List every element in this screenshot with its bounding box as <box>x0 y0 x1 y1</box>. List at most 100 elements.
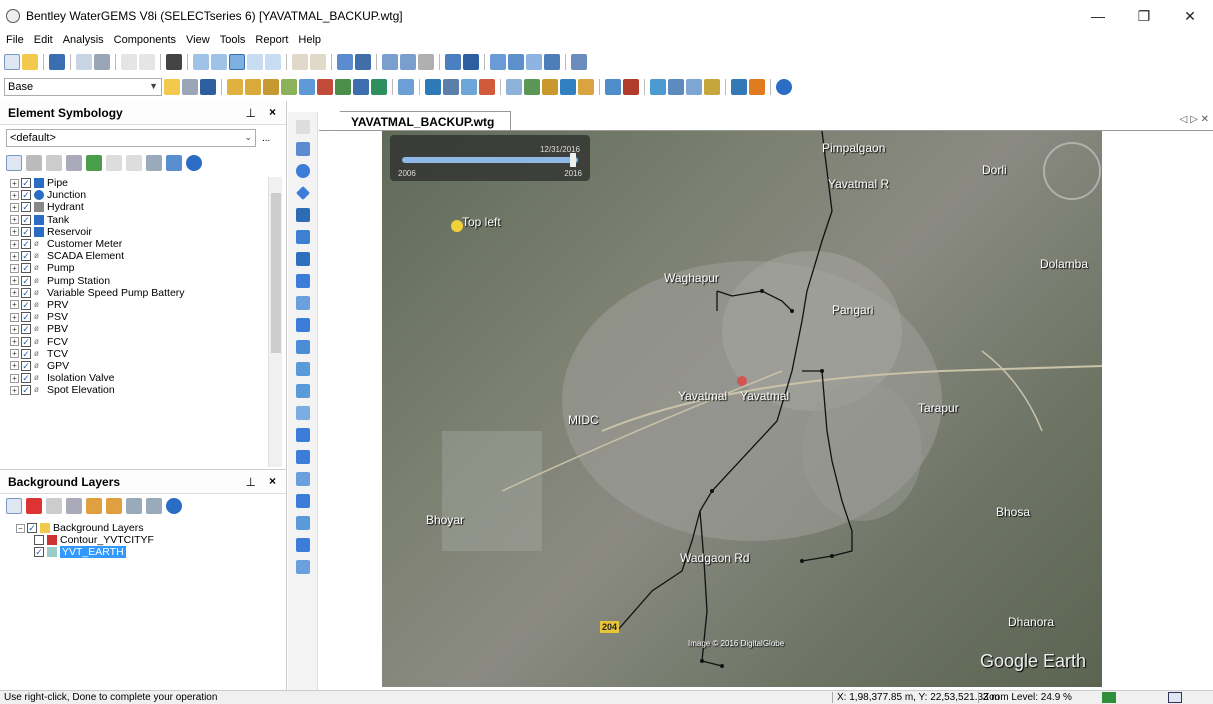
annotation-icon[interactable] <box>166 155 182 171</box>
visibility-checkbox[interactable]: ✓ <box>21 190 31 201</box>
junction-node[interactable] <box>790 309 794 313</box>
menu-edit[interactable]: Edit <box>34 34 53 46</box>
visibility-checkbox[interactable]: ✓ <box>21 239 31 250</box>
visibility-checkbox[interactable]: ✓ <box>21 385 31 396</box>
expand-icon[interactable] <box>146 155 162 171</box>
menu-analysis[interactable]: Analysis <box>63 34 104 46</box>
visibility-checkbox[interactable]: ✓ <box>21 202 31 213</box>
help-icon[interactable] <box>186 155 202 171</box>
scenario-manager-icon[interactable] <box>182 79 198 95</box>
visibility-checkbox[interactable]: ✓ <box>21 251 31 262</box>
bar-chart-icon[interactable] <box>571 54 587 70</box>
pipe-renewal-icon[interactable] <box>353 79 369 95</box>
elements-icon[interactable] <box>443 79 459 95</box>
visibility-checkbox[interactable]: ✓ <box>21 287 31 298</box>
symbology-scrollbar[interactable] <box>268 177 282 467</box>
junction-node[interactable] <box>830 554 834 558</box>
scada-icon[interactable] <box>299 79 315 95</box>
print-icon[interactable] <box>94 54 110 70</box>
edit-layer-icon[interactable] <box>66 498 82 514</box>
symbology-item[interactable]: + ✓ Tank <box>10 214 268 226</box>
user-notifications-icon[interactable] <box>479 79 495 95</box>
symbology-item[interactable]: + ✓ ø Spot Elevation <box>10 384 268 396</box>
expand-icon[interactable]: + <box>10 300 19 310</box>
expand-icon[interactable]: + <box>10 324 19 334</box>
visibility-checkbox[interactable]: ✓ <box>21 312 31 323</box>
close-panel-icon[interactable]: × <box>269 474 276 488</box>
flextable-icon[interactable] <box>445 54 461 70</box>
vspb-tool-icon[interactable] <box>295 340 310 354</box>
move-up-icon[interactable] <box>106 155 122 171</box>
layer-yvt-earth[interactable]: ✓ YVT_EARTH <box>16 546 154 559</box>
report-icon[interactable] <box>490 54 506 70</box>
symbology-item[interactable]: + ✓ ø Variable Speed Pump Battery <box>10 287 268 299</box>
symbology-item[interactable]: + ✓ ø Pump Station <box>10 275 268 287</box>
visibility-checkbox[interactable]: ✓ <box>21 178 31 189</box>
prv-tool-icon[interactable] <box>295 362 310 376</box>
pbv-tool-icon[interactable] <box>295 406 310 420</box>
chart-icon[interactable] <box>508 54 524 70</box>
expand-all-icon[interactable] <box>126 498 142 514</box>
symbology-dropdown[interactable]: <default> ⌄ <box>6 129 256 147</box>
rss-icon[interactable] <box>749 79 765 95</box>
timeline-track[interactable] <box>402 157 578 163</box>
maximize-icon[interactable]: ❐ <box>1121 0 1167 32</box>
undo-icon[interactable] <box>121 54 137 70</box>
calc-status-icon[interactable] <box>1102 692 1116 703</box>
psv-tool-icon[interactable] <box>295 384 310 398</box>
symbology-item[interactable]: + ✓ Pipe <box>10 177 268 189</box>
menu-report[interactable]: Report <box>255 34 288 46</box>
tank-tool-icon[interactable] <box>295 208 310 222</box>
hydrant-tool-icon[interactable] <box>295 186 310 200</box>
pin-icon[interactable]: ⊥ <box>246 106 256 120</box>
pump-station-tool-icon[interactable] <box>295 318 310 332</box>
layout-icon[interactable] <box>526 54 542 70</box>
expand-icon[interactable]: + <box>10 385 19 395</box>
expand-icon[interactable]: + <box>10 373 19 383</box>
junction-node[interactable] <box>820 369 824 373</box>
symbology-item[interactable]: + ✓ ø FCV <box>10 335 268 348</box>
demand-control-icon[interactable] <box>650 79 666 95</box>
visibility-checkbox[interactable]: ✓ <box>21 348 31 359</box>
visibility-checkbox[interactable]: ✓ <box>21 299 31 310</box>
message-icon[interactable] <box>668 79 684 95</box>
fcv-tool-icon[interactable] <box>295 428 310 442</box>
scenario-folder-icon[interactable] <box>164 79 180 95</box>
fire-flow-icon[interactable] <box>317 79 333 95</box>
hyperlinks-icon[interactable] <box>578 79 594 95</box>
alternatives-icon[interactable] <box>200 79 216 95</box>
database-icon[interactable] <box>355 54 371 70</box>
prototypes-icon[interactable] <box>542 79 558 95</box>
loadbuilder-icon[interactable] <box>605 79 621 95</box>
minimize-icon[interactable]: — <box>1075 0 1121 32</box>
named-views-icon[interactable] <box>398 79 414 95</box>
symbology-item[interactable]: + ✓ ø Isolation Valve <box>10 372 268 384</box>
properties-icon[interactable] <box>461 79 477 95</box>
pin-icon[interactable]: ⊥ <box>246 475 256 489</box>
expand-icon[interactable]: + <box>10 288 19 298</box>
expand-icon[interactable]: + <box>10 239 19 249</box>
water-quality-icon[interactable] <box>371 79 387 95</box>
document-tab[interactable]: YAVATMAL_BACKUP.wtg <box>330 111 512 131</box>
validate-icon[interactable] <box>245 79 261 95</box>
scenario-combo[interactable]: Base ▼ <box>4 78 162 96</box>
visibility-checkbox[interactable]: ✓ <box>21 263 31 274</box>
pump-tool-icon[interactable] <box>295 296 310 310</box>
contour-icon[interactable] <box>418 54 434 70</box>
zoom-out-icon[interactable] <box>265 54 281 70</box>
help-icon[interactable] <box>166 498 182 514</box>
timeline-thumb[interactable] <box>570 153 576 167</box>
find-icon[interactable] <box>166 54 182 70</box>
symbology-item[interactable]: + ✓ ø PRV <box>10 299 268 311</box>
open-folder-icon[interactable] <box>22 54 38 70</box>
criticality-icon[interactable] <box>335 79 351 95</box>
options-icon[interactable] <box>544 54 560 70</box>
calculate-icon[interactable] <box>425 79 441 95</box>
tcv-tool-icon[interactable] <box>295 450 310 464</box>
expand-icon[interactable]: + <box>10 178 19 188</box>
symbology-item[interactable]: + ✓ ø PSV <box>10 311 268 323</box>
symbology-item[interactable]: + ✓ Junction <box>10 189 268 201</box>
expand-icon[interactable]: + <box>10 251 19 261</box>
junction-tool-icon[interactable] <box>295 164 310 178</box>
satellite-map[interactable]: 2006 2016 12/31/2016 Pimpalgaon Dorli Ya… <box>382 131 1102 687</box>
